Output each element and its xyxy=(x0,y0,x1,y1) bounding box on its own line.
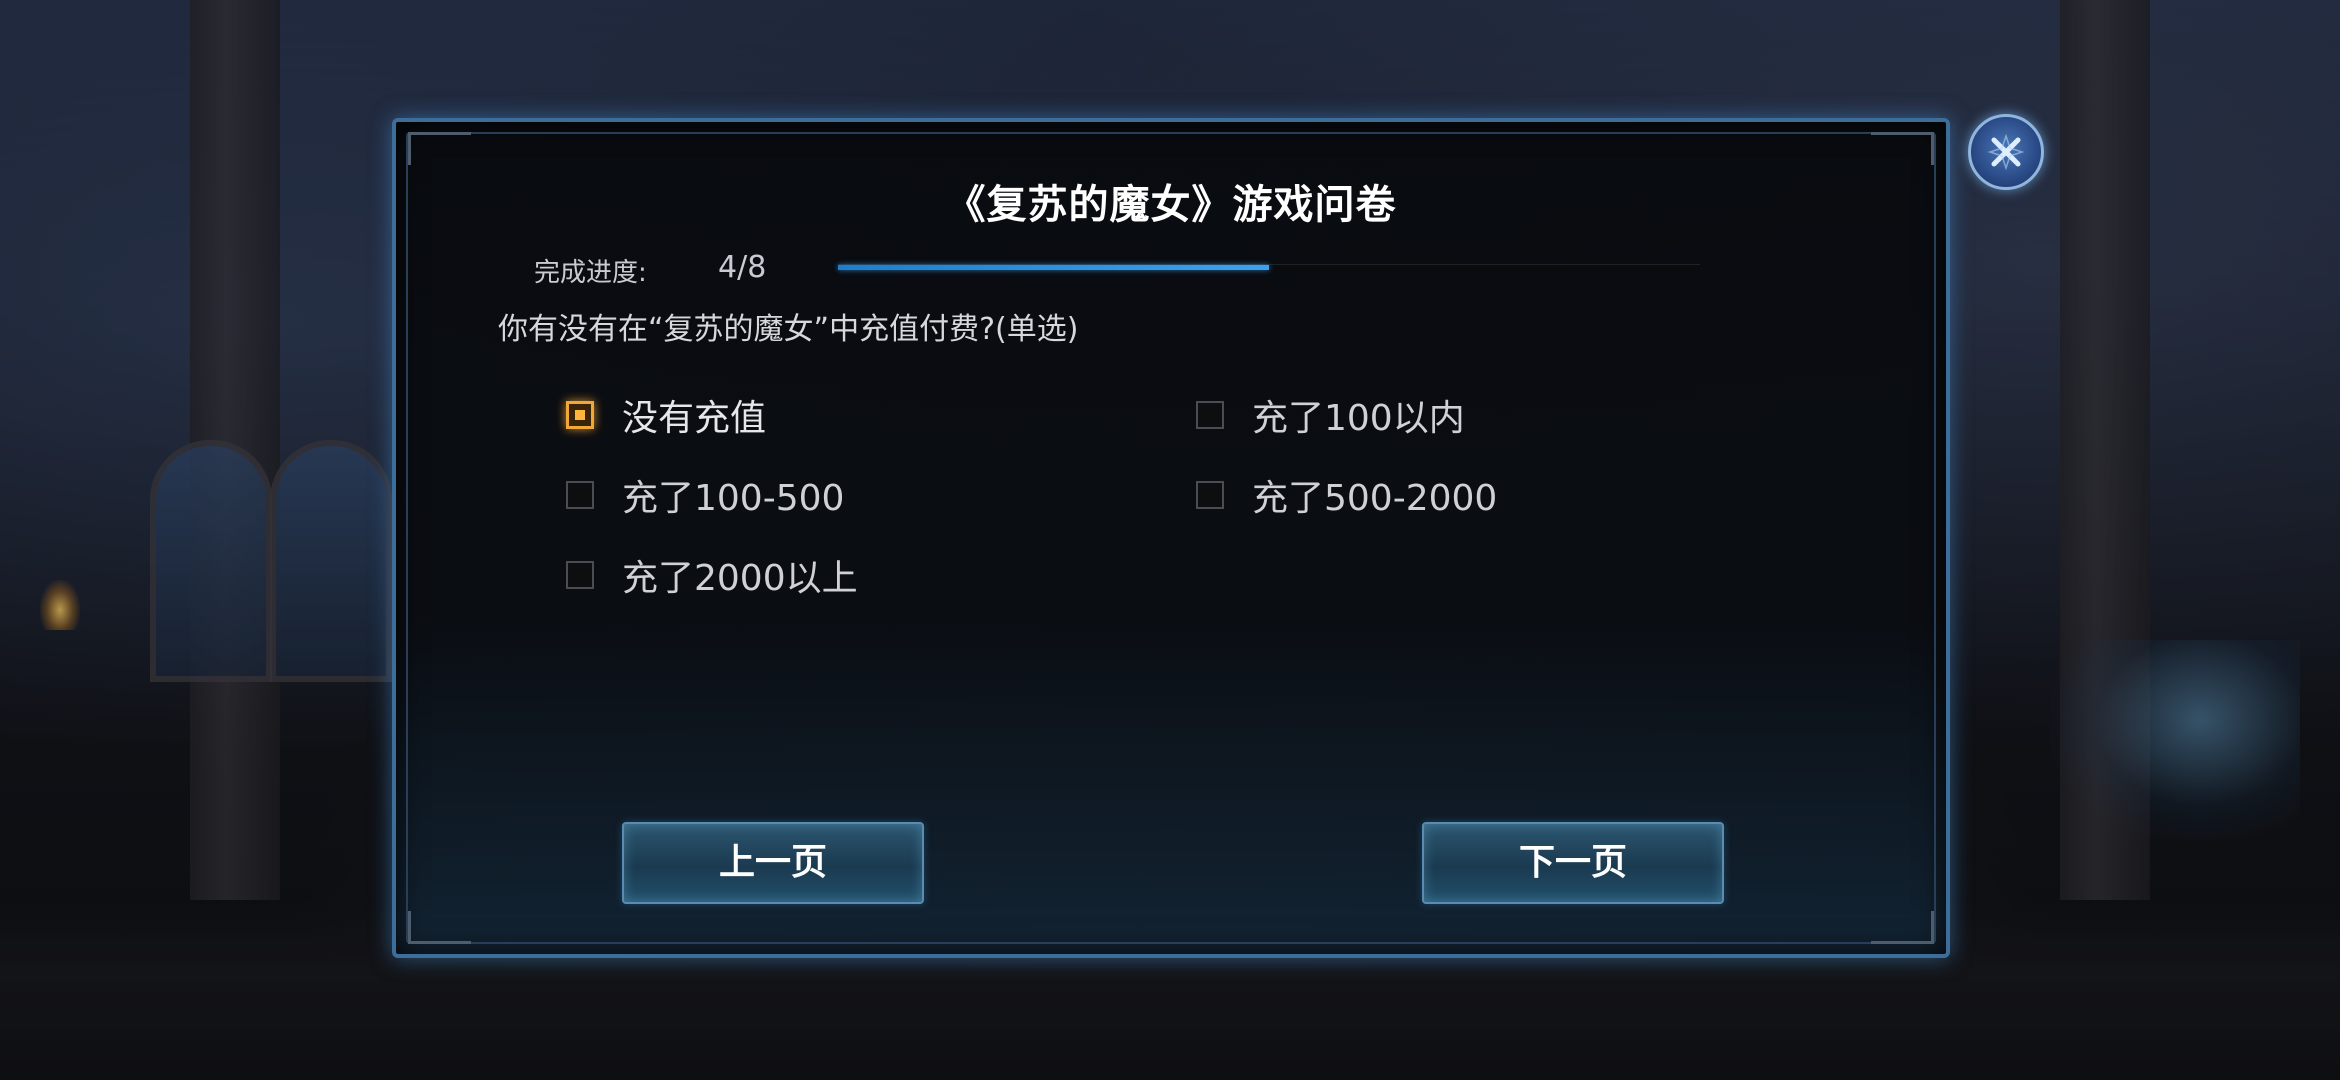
close-icon xyxy=(1987,133,2025,171)
progress-bar-fill xyxy=(838,265,1269,270)
corner-ornament xyxy=(408,132,471,165)
close-button[interactable] xyxy=(1968,114,2044,190)
option-under-100[interactable]: 充了100以内 xyxy=(1196,390,1465,440)
corner-ornament xyxy=(408,911,471,944)
progress-bar xyxy=(838,264,1700,270)
checkbox[interactable] xyxy=(1196,481,1224,509)
progress-label: 完成进度: xyxy=(534,258,647,288)
corner-ornament xyxy=(1871,132,1934,165)
dialog-title: 《复苏的魔女》游戏问卷 xyxy=(945,182,1397,228)
checkbox[interactable] xyxy=(566,561,594,589)
option-label: 充了100-500 xyxy=(622,478,845,519)
previous-page-button[interactable]: 上一页 xyxy=(622,822,924,904)
progress-count: 4/8 xyxy=(718,250,767,285)
option-500-2000[interactable]: 充了500-2000 xyxy=(1196,470,1497,520)
survey-dialog: 《复苏的魔女》游戏问卷 完成进度: 4/8 你有没有在“复苏的魔女”中充值付费?… xyxy=(392,118,1950,958)
corner-ornament xyxy=(1871,911,1934,944)
option-over-2000[interactable]: 充了2000以上 xyxy=(566,550,858,600)
question-text: 你有没有在“复苏的魔女”中充值付费?(单选) xyxy=(498,312,1079,347)
checkbox[interactable] xyxy=(1196,401,1224,429)
option-label: 充了500-2000 xyxy=(1252,478,1498,519)
next-page-button[interactable]: 下一页 xyxy=(1422,822,1724,904)
option-no-recharge[interactable]: 没有充值 xyxy=(566,390,766,440)
option-label: 没有充值 xyxy=(622,398,767,439)
option-100-500[interactable]: 充了100-500 xyxy=(566,470,844,520)
option-label: 充了2000以上 xyxy=(622,558,858,599)
checkbox-checked[interactable] xyxy=(566,401,594,429)
checkbox[interactable] xyxy=(566,481,594,509)
option-label: 充了100以内 xyxy=(1252,398,1465,439)
